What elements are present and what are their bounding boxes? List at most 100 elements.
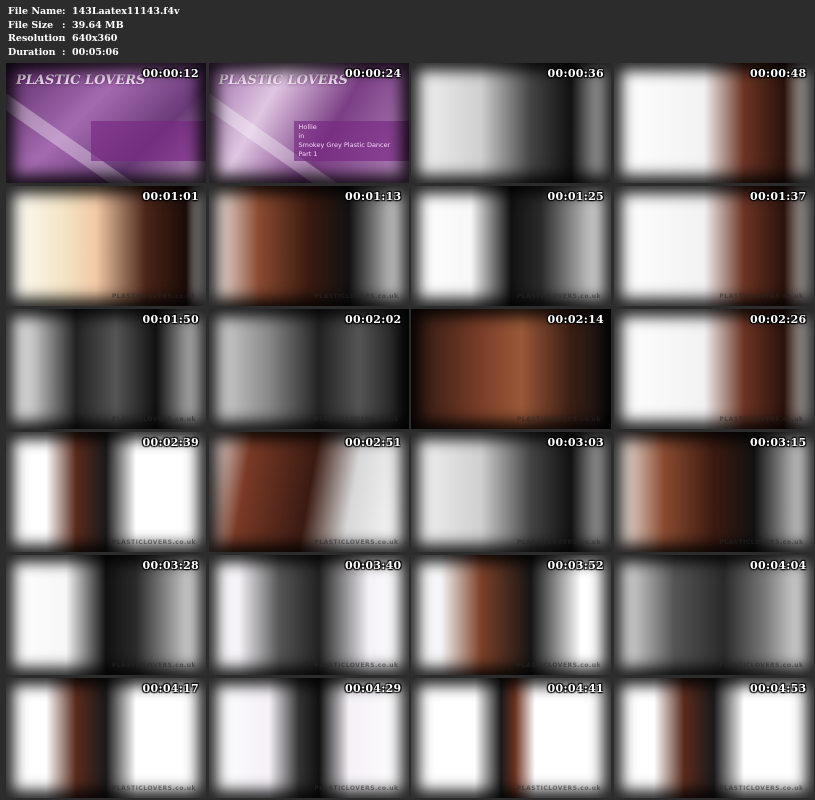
video-thumbnail: PLASTICLOVERS.co.uk 00:02:39 [6,432,206,552]
timestamp: 00:04:29 [345,682,402,695]
thumbnail-image [411,309,611,429]
timestamp: 00:03:40 [345,559,402,572]
timestamp: 00:03:15 [750,436,807,449]
video-thumbnail: PLASTICLOVERS.co.uk 00:02:02 [208,309,409,429]
thumbnail-image [6,555,206,675]
video-thumbnail: 00:00:36 [411,63,611,183]
timestamp: 00:04:04 [750,559,807,572]
thumbnail-image [411,678,611,798]
timestamp: 00:02:51 [345,436,402,449]
video-thumbnail: PLASTICLOVERS.co.uk 00:04:29 [208,678,409,798]
file-name-value: 143Laatex11143.f4v [72,6,180,17]
thumbnail-image [613,555,814,675]
thumbnail-image [411,63,611,183]
watermark: PLASTICLOVERS.co.uk [111,785,196,792]
timestamp: 00:02:14 [547,313,604,326]
thumbnail-image [411,555,611,675]
thumbnail-image [208,678,409,798]
timestamp: 00:01:13 [345,190,402,203]
separator: : [62,33,66,44]
thumbnail-image [208,432,409,552]
brand-logo: PLASTIC LOVERS [16,73,146,88]
watermark: PLASTICLOVERS.co.uk [111,662,196,669]
resolution-label: Resolution [8,33,66,44]
watermark: PLASTICLOVERS.co.uk [111,416,196,423]
file-info-panel: File Name : 143Laatex11143.f4v File Size… [8,5,180,59]
video-thumbnail: PLASTICLOVERS.co.uk 00:03:40 [208,555,409,675]
resolution-row: Resolution : 640x360 [8,32,180,46]
video-thumbnail: PLASTICLOVERS.co.uk 00:03:28 [6,555,206,675]
timestamp: 00:02:26 [750,313,807,326]
thumbnail-grid: PLASTIC LOVERS 00:00:12 PLASTIC LOVERS Holl… [3,60,814,798]
thumbnail-image [613,309,814,429]
file-name-row: File Name : 143Laatex11143.f4v [8,5,180,19]
timestamp: 00:02:39 [142,436,199,449]
video-thumbnail: PLASTICLOVERS.co.uk 00:04:04 [613,555,814,675]
caption-line: Smokey Grey Plastic Dancer [298,141,391,149]
thumbnail-image [208,555,409,675]
thumbnail-image [6,309,206,429]
separator: : [62,19,66,31]
timestamp: 00:03:52 [547,559,604,572]
separator: : [62,46,66,58]
timestamp: 00:04:53 [750,682,807,695]
video-thumbnail: PLASTICLOVERS.co.uk 00:02:51 [208,432,409,552]
timestamp: 00:00:12 [142,67,199,80]
video-thumbnail: PLASTIC LOVERS 00:00:12 [6,63,206,183]
timestamp: 00:01:50 [142,313,199,326]
watermark: PLASTICLOVERS.co.uk [719,293,804,300]
timestamp: 00:04:41 [547,682,604,695]
watermark: PLASTICLOVERS.co.uk [719,416,804,423]
title-plate [91,121,206,161]
thumbnail-image [208,309,409,429]
watermark: PLASTICLOVERS.co.uk [516,785,601,792]
caption-line: Part 1 [298,150,318,158]
timestamp: 00:01:01 [142,190,199,203]
thumbnail-image [6,678,206,798]
watermark: PLASTICLOVERS.co.uk [111,293,196,300]
brand-logo: PLASTIC LOVERS [218,73,348,88]
video-thumbnail: PLASTIC LOVERS Hollie in Smokey Grey Plasti… [208,63,409,183]
timestamp: 00:00:48 [750,67,807,80]
video-thumbnail: PLASTICLOVERS.co.uk 00:03:15 [613,432,814,552]
timestamp: 00:00:36 [547,67,604,80]
thumbnail-image [411,432,611,552]
watermark: PLASTICLOVERS.co.uk [314,539,399,546]
thumbnail-image [613,678,814,798]
video-thumbnail: PLASTICLOVERS.co.uk 00:01:01 [6,186,206,306]
thumbnail-image [6,186,206,306]
watermark: PLASTICLOVERS.co.uk [111,539,196,546]
timestamp: 00:03:03 [547,436,604,449]
watermark: PLASTICLOVERS.co.uk [314,785,399,792]
timestamp: 00:02:02 [345,313,402,326]
video-thumbnail: PLASTICLOVERS.co.uk 00:01:25 [411,186,611,306]
file-size-value: 39.64 MB [72,19,124,31]
video-thumbnail: PLASTICLOVERS.co.uk 00:02:26 [613,309,814,429]
separator: : [62,6,66,17]
watermark: PLASTICLOVERS.co.uk [516,293,601,300]
caption-line: Hollie [298,123,317,131]
duration-row: Duration : 00:05:06 [8,46,180,60]
thumbnail-image [6,432,206,552]
watermark: PLASTICLOVERS.co.uk [719,662,804,669]
video-thumbnail: PLASTICLOVERS.co.uk 00:02:14 [411,309,611,429]
video-thumbnail: PLASTICLOVERS.co.uk 00:01:13 [208,186,409,306]
thumbnail-image [411,186,611,306]
caption-line: in [298,132,305,140]
watermark: PLASTICLOVERS.co.uk [516,539,601,546]
video-thumbnail: PLASTICLOVERS.co.uk 00:03:52 [411,555,611,675]
thumbnail-image [613,432,814,552]
title-caption: Hollie in Smokey Grey Plastic Dancer Part 1 [299,123,391,159]
file-name-label: File Name [8,6,63,17]
timestamp: 00:01:37 [750,190,807,203]
video-thumbnail: PLASTICLOVERS.co.uk 00:04:41 [411,678,611,798]
duration-label: Duration [8,46,56,58]
video-thumbnail: PLASTICLOVERS.co.uk 00:04:53 [613,678,814,798]
watermark: PLASTICLOVERS.co.uk [719,785,804,792]
watermark: PLASTICLOVERS.co.uk [516,662,601,669]
timestamp: 00:00:24 [345,67,402,80]
timestamp: 00:04:17 [142,682,199,695]
video-thumbnail: PLASTICLOVERS.co.uk 00:01:37 [613,186,814,306]
video-thumbnail: PLASTICLOVERS.co.uk 00:01:50 [6,309,206,429]
watermark: PLASTICLOVERS.co.uk [719,539,804,546]
